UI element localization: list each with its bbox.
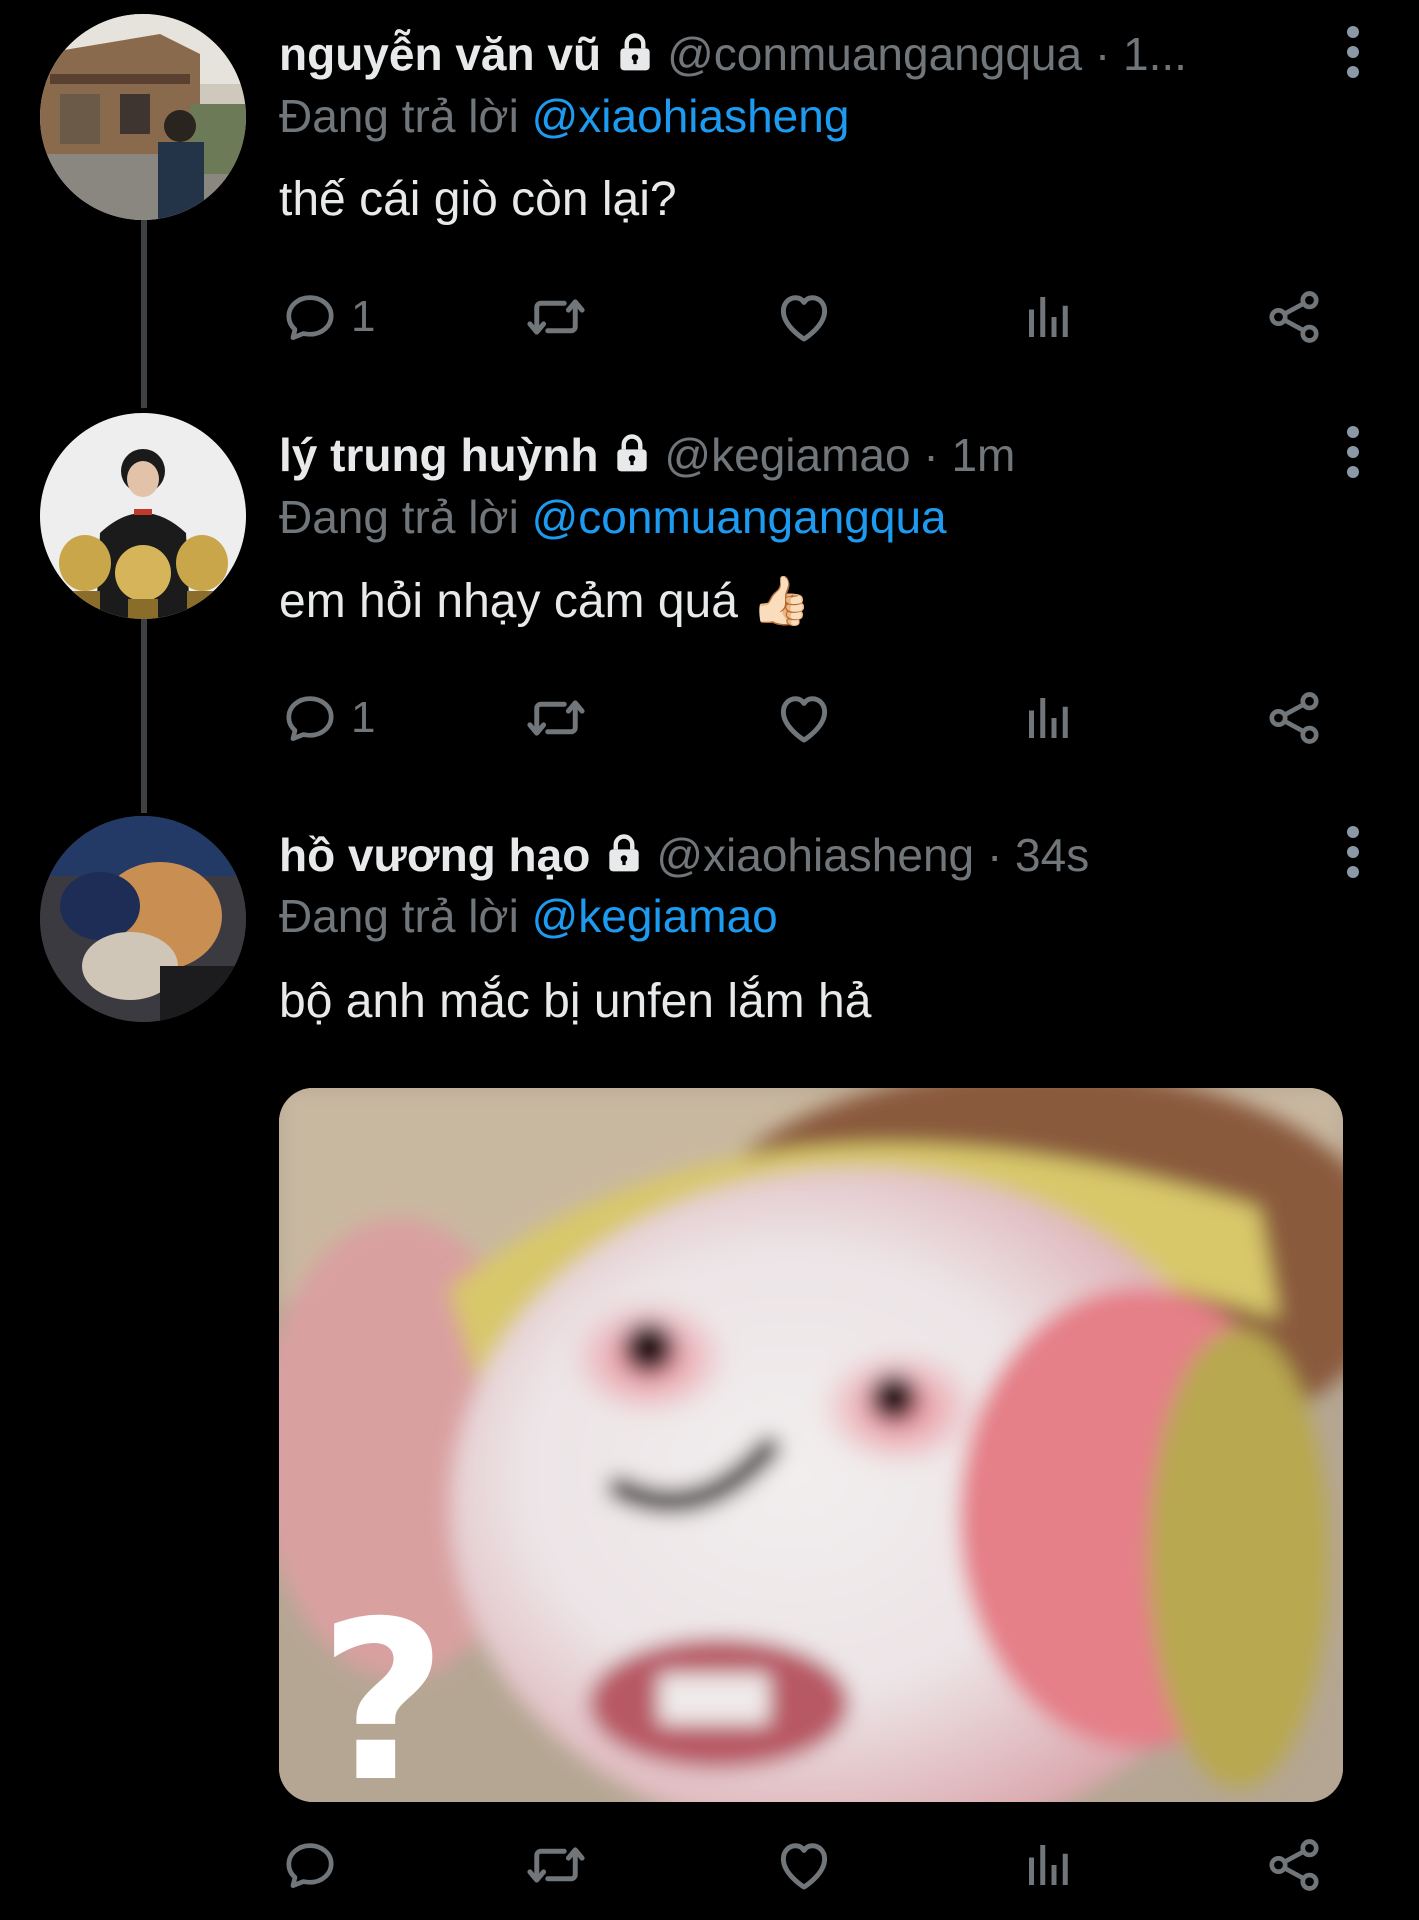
- replying-prefix: Đang trả lời: [279, 90, 519, 142]
- heart-icon: [771, 1832, 837, 1898]
- reply-icon: [279, 1834, 341, 1896]
- retweet-icon: [523, 685, 589, 751]
- media-question-mark: ?: [319, 1574, 447, 1802]
- views-icon: [1019, 287, 1079, 347]
- tweet[interactable]: nguyễn văn vũ @conmuangangqua · 1... Đang…: [0, 0, 1419, 400]
- tweet[interactable]: lý trung huỳnh @kegiamao · 1m Đang trả lờ…: [0, 400, 1419, 800]
- reply-button[interactable]: 1: [279, 683, 375, 753]
- separator-dot: ·: [1094, 28, 1111, 80]
- retweet-icon: [523, 1832, 589, 1898]
- tweet-text: bộ anh mắc bị unfen lắm hả: [279, 975, 872, 1028]
- share-button[interactable]: [1263, 683, 1325, 753]
- tweet-media-image[interactable]: ?: [279, 1088, 1343, 1802]
- share-icon: [1263, 1834, 1325, 1896]
- replying-to: Đang trả lời @xiaohiasheng: [279, 88, 849, 144]
- tweet-actions: 1: [279, 282, 1339, 352]
- lock-icon: [610, 431, 654, 475]
- replying-prefix: Đang trả lời: [279, 890, 519, 942]
- mention-link[interactable]: @xiaohiasheng: [532, 90, 850, 142]
- more-vertical-icon[interactable]: [1345, 426, 1361, 482]
- tweet-actions: [279, 1830, 1339, 1900]
- replying-prefix: Đang trả lời: [279, 491, 519, 543]
- tweet[interactable]: hồ vương hạo @xiaohiasheng · 34s Đang trả…: [0, 800, 1419, 1920]
- heart-icon: [771, 284, 837, 350]
- timestamp[interactable]: 1...: [1123, 28, 1187, 80]
- replying-to: Đang trả lời @kegiamao: [279, 888, 778, 944]
- retweet-button[interactable]: [523, 683, 589, 753]
- timestamp[interactable]: 34s: [1015, 829, 1089, 881]
- retweet-icon: [523, 284, 589, 350]
- tweet-actions: 1: [279, 683, 1339, 753]
- share-icon: [1263, 687, 1325, 749]
- reply-button[interactable]: 1: [279, 282, 375, 352]
- lock-icon: [613, 30, 657, 74]
- more-vertical-icon[interactable]: [1345, 826, 1361, 882]
- reply-count: 1: [351, 693, 376, 742]
- views-icon: [1019, 688, 1079, 748]
- tweet-text: thế cái giò còn lại?: [279, 173, 677, 226]
- avatar[interactable]: [40, 413, 246, 619]
- views-icon: [1019, 1835, 1079, 1895]
- share-button[interactable]: [1263, 1830, 1325, 1900]
- retweet-button[interactable]: [523, 282, 589, 352]
- replying-to: Đang trả lời @conmuangangqua: [279, 489, 947, 545]
- avatar[interactable]: [40, 14, 246, 220]
- separator-dot: ·: [923, 429, 939, 481]
- user-handle[interactable]: @xiaohiasheng: [656, 829, 974, 881]
- like-button[interactable]: [771, 683, 837, 753]
- reply-icon: [279, 687, 341, 749]
- mention-link[interactable]: @kegiamao: [532, 890, 778, 942]
- lock-icon: [602, 831, 646, 875]
- share-icon: [1263, 286, 1325, 348]
- like-button[interactable]: [771, 282, 837, 352]
- timestamp[interactable]: 1m: [951, 429, 1015, 481]
- user-handle[interactable]: @kegiamao: [664, 429, 910, 481]
- reply-icon: [279, 286, 341, 348]
- display-name[interactable]: nguyễn văn vũ: [279, 28, 601, 80]
- heart-icon: [771, 685, 837, 751]
- reply-count: 1: [351, 292, 376, 341]
- reply-button[interactable]: [279, 1830, 351, 1900]
- user-handle[interactable]: @conmuangangqua: [667, 28, 1082, 80]
- mention-link[interactable]: @conmuangangqua: [532, 491, 947, 543]
- retweet-button[interactable]: [523, 1830, 589, 1900]
- display-name[interactable]: lý trung huỳnh: [279, 429, 598, 481]
- avatar[interactable]: [40, 816, 246, 1022]
- views-button[interactable]: [1019, 683, 1079, 753]
- share-button[interactable]: [1263, 282, 1325, 352]
- views-button[interactable]: [1019, 282, 1079, 352]
- more-vertical-icon[interactable]: [1345, 26, 1361, 82]
- like-button[interactable]: [771, 1830, 837, 1900]
- display-name[interactable]: hồ vương hạo: [279, 829, 590, 881]
- separator-dot: ·: [986, 829, 1003, 881]
- tweet-text: em hỏi nhạy cảm quá 👍🏻: [279, 575, 812, 628]
- views-button[interactable]: [1019, 1830, 1079, 1900]
